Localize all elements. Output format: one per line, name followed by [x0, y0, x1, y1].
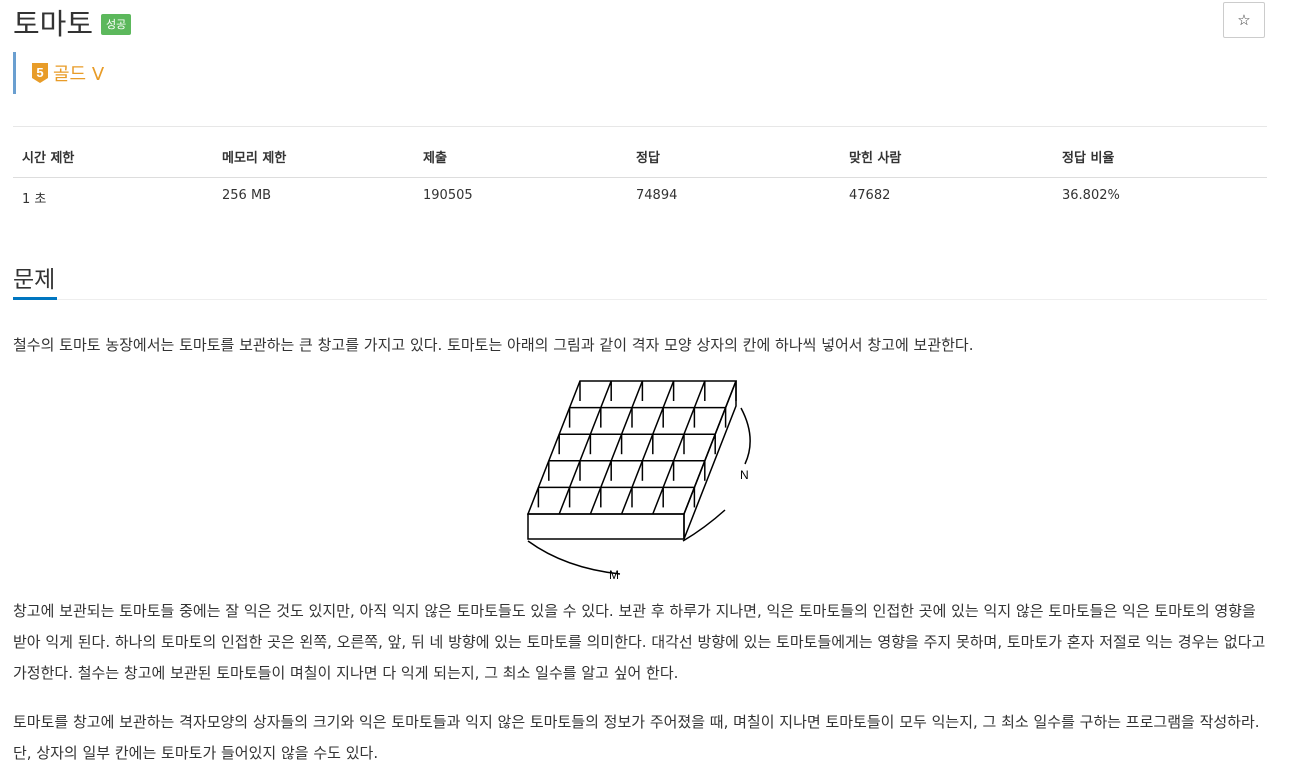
table-cell: 36.802% [1062, 187, 1120, 203]
table-cell: 1 초 [22, 191, 47, 207]
gold-5-tier-icon: 5 [32, 63, 48, 83]
tier-label: 골드 V [53, 64, 105, 85]
grid-column-line [558, 380, 612, 515]
table-header-cell: 맞힌 사람 [840, 146, 1053, 178]
box-front-side [527, 513, 685, 540]
tomato-box-figure: M N [526, 380, 751, 582]
table-cell: 47682 [849, 187, 891, 203]
n-dimension-arc-top [740, 407, 751, 465]
table-header-cell: 제출 [414, 146, 627, 178]
n-label: N [740, 468, 749, 482]
m-label: M [609, 568, 619, 582]
problem-info-table: 시간 제한 메모리 제한 제출 정답 맞힌 사람 정답 비율 1 초 256 M… [13, 146, 1267, 218]
table-row: 1 초 256 MB 190505 74894 47682 36.802% [13, 177, 1267, 218]
table-header-cell: 메모리 제한 [213, 146, 414, 178]
star-icon: ☆ [1237, 11, 1251, 29]
page-title: 토마토 [13, 7, 94, 41]
section-title: 문제 [13, 267, 56, 293]
box-grid [526, 380, 738, 540]
table-cell: 256 MB [222, 187, 272, 203]
table-header-row: 시간 제한 메모리 제한 제출 정답 맞힌 사람 정답 비율 [13, 146, 1267, 178]
table-cell: 190505 [423, 187, 473, 203]
m-dimension-arc [527, 540, 621, 575]
status-badge: 성공 [101, 13, 132, 35]
grid-column-line [652, 380, 706, 515]
star-button[interactable]: ☆ [1223, 2, 1265, 38]
grid-column-line [589, 380, 644, 515]
table-header-cell: 정답 비율 [1053, 146, 1267, 178]
table-header-cell: 시간 제한 [13, 146, 213, 178]
problem-paragraph-2: 창고에 보관되는 토마토들 중에는 잘 익은 것도 있지만, 아직 익지 않은 … [13, 602, 1266, 682]
divider [13, 126, 1267, 127]
problem-paragraph-3: 토마토를 창고에 보관하는 격자모양의 상자들의 크기와 익은 토마토들과 익지… [13, 713, 1260, 762]
title-row: 토마토 성공 [13, 0, 132, 44]
section-divider [13, 299, 1267, 300]
table-cell: 74894 [636, 187, 678, 203]
tier-row: 5 골드 V [13, 52, 104, 94]
problem-paragraph-1: 철수의 토마토 농장에서는 토마토를 보관하는 큰 창고를 가지고 있다. 토마… [13, 336, 974, 354]
grid-column-line [620, 380, 675, 515]
section-accent [13, 297, 57, 300]
box-right-side [683, 380, 737, 540]
table-header-cell: 정답 [627, 146, 840, 178]
tier-number: 5 [36, 65, 43, 80]
